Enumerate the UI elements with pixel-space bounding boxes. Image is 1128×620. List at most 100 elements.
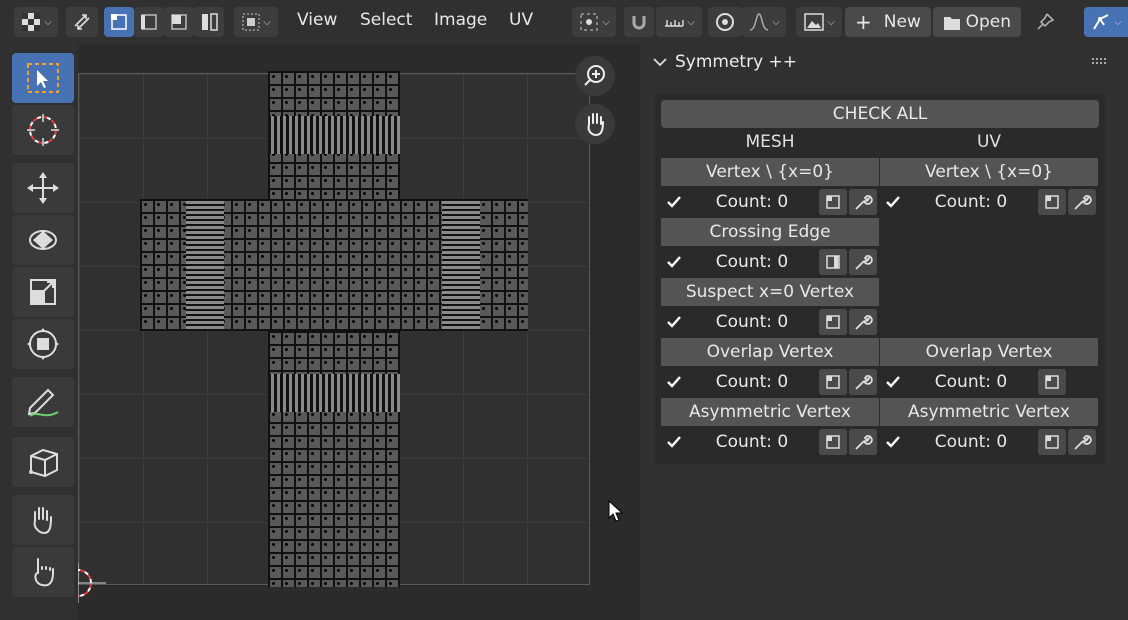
pivot-point-button[interactable]: ⌵ <box>572 7 616 37</box>
checkmark-icon <box>661 188 687 216</box>
select-box-icon <box>27 63 59 93</box>
proportional-editing-icon <box>716 13 734 31</box>
chevron-down-icon: ⌵ <box>263 16 271 28</box>
pin-icon <box>1037 13 1055 30</box>
uv-sticky-selection-button[interactable]: ⌵ <box>234 7 278 37</box>
snap-toggle-button[interactable] <box>624 7 654 37</box>
select-edges-button[interactable] <box>819 249 847 275</box>
select-box-tool[interactable] <box>12 53 74 103</box>
uv-dense-edges-left <box>186 199 224 331</box>
fix-button[interactable] <box>1068 189 1096 215</box>
gizmo-toggle-button[interactable]: ⌵ <box>1084 7 1128 37</box>
uv-check-vertex-x0-button[interactable]: Vertex \ {x=0} <box>880 158 1098 186</box>
fix-button[interactable] <box>849 249 877 275</box>
mesh-check-suspect-vertex-button[interactable]: Suspect x=0 Vertex <box>661 278 879 306</box>
uv-dense-edges-right <box>442 199 480 331</box>
uv-editor-viewport[interactable] <box>78 44 640 620</box>
relax-tool[interactable] <box>12 547 74 597</box>
pinch-tool[interactable] <box>12 495 74 545</box>
menu-select[interactable]: Select <box>360 10 412 30</box>
uv-grab-cube-icon <box>29 448 58 478</box>
editor-type-button[interactable]: ⌵ <box>14 7 58 37</box>
uv-check-asymmetric-vertex-button[interactable]: Asymmetric Vertex <box>880 398 1098 426</box>
falloff-button[interactable]: ⌵ <box>742 7 786 37</box>
sticky-selection-icon <box>242 13 260 31</box>
checker-icon <box>22 13 41 31</box>
chevron-down-icon: ⌵ <box>827 16 835 28</box>
mesh-check-overlap-vertex-button[interactable]: Overlap Vertex <box>661 338 879 366</box>
scale-icon <box>30 279 56 305</box>
sync-icon <box>74 14 90 30</box>
checkmark-icon <box>661 368 687 396</box>
snap-target-button[interactable]: ⌵ <box>656 7 702 37</box>
fix-button[interactable] <box>1068 429 1096 455</box>
proportional-editing-button[interactable] <box>708 7 742 37</box>
edge-select-mode-button[interactable] <box>134 7 164 37</box>
uv-check-overlap-vertex-button[interactable]: Overlap Vertex <box>880 338 1098 366</box>
select-vertices-button[interactable] <box>1038 369 1066 395</box>
2d-cursor-icon <box>78 563 106 603</box>
select-icon <box>826 435 840 449</box>
annotate-pencil-icon <box>27 388 59 417</box>
menu-view[interactable]: View <box>297 10 337 30</box>
menu-uv[interactable]: UV <box>509 10 533 30</box>
fix-button[interactable] <box>849 369 877 395</box>
fix-button[interactable] <box>849 429 877 455</box>
uv-dense-edges-bottom <box>268 374 400 412</box>
panel-header[interactable]: Symmetry ++ <box>653 52 797 72</box>
drag-handle-icon[interactable] <box>1092 58 1108 66</box>
select-vertices-button[interactable] <box>819 369 847 395</box>
select-vertices-button[interactable] <box>819 429 847 455</box>
sync-selection-button[interactable] <box>66 7 98 37</box>
face-select-mode-button[interactable] <box>164 7 194 37</box>
pivot-icon <box>580 13 598 31</box>
zoom-button[interactable] <box>575 56 615 96</box>
mesh-check-crossing-edge-button[interactable]: Crossing Edge <box>661 218 879 246</box>
select-icon <box>1045 375 1059 389</box>
chevron-down-icon <box>653 58 667 67</box>
select-vertices-button[interactable] <box>819 189 847 215</box>
checkmark-icon <box>880 428 906 456</box>
fix-button[interactable] <box>849 189 877 215</box>
edge-select-icon <box>826 255 840 269</box>
move-tool[interactable] <box>12 163 74 213</box>
island-select-mode-button[interactable] <box>194 7 224 37</box>
fix-button[interactable] <box>849 309 877 335</box>
tool-shelf <box>0 44 78 620</box>
falloff-curve-icon <box>749 13 769 31</box>
pin-button[interactable] <box>1030 7 1060 37</box>
count-label: Count: 0 <box>934 432 1008 452</box>
annotate-tool[interactable] <box>12 377 74 427</box>
select-vertices-button[interactable] <box>1038 189 1066 215</box>
mesh-column-header: MESH <box>745 132 795 152</box>
move-icon <box>27 172 59 204</box>
chevron-down-icon: ⌵ <box>44 16 52 28</box>
grab-tool[interactable] <box>12 437 74 487</box>
wrench-icon <box>855 255 873 270</box>
scale-tool[interactable] <box>12 267 74 317</box>
new-image-button[interactable]: + New <box>845 7 931 37</box>
mouse-pointer-icon <box>608 500 624 522</box>
select-vertices-button[interactable] <box>1038 429 1066 455</box>
mesh-check-crossing-edge-row: Count: 0 <box>661 248 879 276</box>
zoom-in-icon <box>584 65 605 86</box>
count-label: Count: 0 <box>715 312 789 332</box>
cursor-tool[interactable] <box>12 105 74 155</box>
open-image-button[interactable]: Open <box>933 7 1021 37</box>
select-icon <box>1045 195 1059 209</box>
hand-icon <box>33 507 52 535</box>
mesh-check-suspect-vertex-row: Count: 0 <box>661 308 879 336</box>
3d-cursor-icon <box>27 114 59 146</box>
menu-image[interactable]: Image <box>434 10 487 30</box>
mesh-check-vertex-x0-button[interactable]: Vertex \ {x=0} <box>661 158 879 186</box>
rotate-tool[interactable] <box>12 215 74 265</box>
check-all-button[interactable]: CHECK ALL <box>661 100 1099 128</box>
vertex-select-mode-button[interactable] <box>104 7 134 37</box>
pan-button[interactable] <box>575 104 615 144</box>
mesh-check-asymmetric-vertex-button[interactable]: Asymmetric Vertex <box>661 398 879 426</box>
vertex-mode-icon <box>111 14 127 30</box>
image-browse-button[interactable]: ⌵ <box>796 7 842 37</box>
transform-tool[interactable] <box>12 319 74 369</box>
select-vertices-button[interactable] <box>819 309 847 335</box>
hand-pan-icon <box>587 113 604 137</box>
